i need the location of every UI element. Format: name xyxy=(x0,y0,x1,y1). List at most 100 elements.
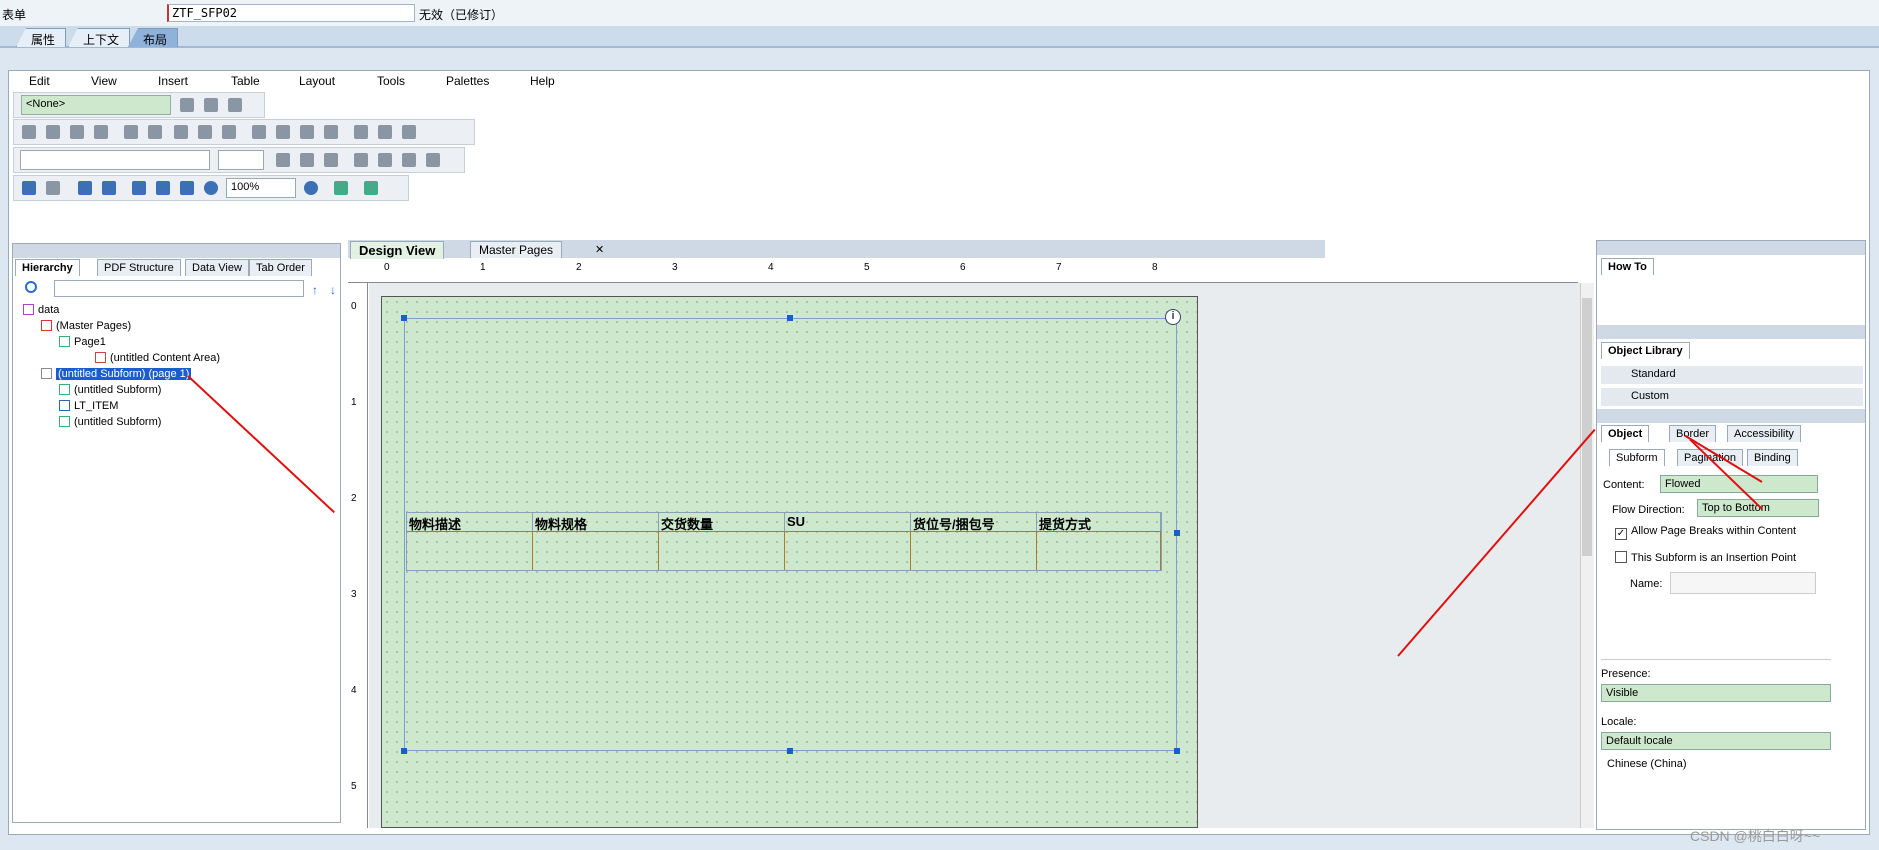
arrow-up-icon[interactable]: ↑ xyxy=(312,283,318,297)
locale-select[interactable]: Default locale xyxy=(1601,732,1831,750)
zoom-out-icon[interactable] xyxy=(204,181,218,195)
table-body-cell[interactable] xyxy=(659,531,785,570)
close-icon[interactable]: ✕ xyxy=(595,243,604,256)
tab-subform[interactable]: Subform xyxy=(1609,449,1665,466)
table-header-cell[interactable]: 货位号/捆包号 xyxy=(911,513,1037,531)
same-height-icon[interactable] xyxy=(378,125,392,139)
form-name-field[interactable]: ZTF_SFP02 xyxy=(167,4,415,22)
tab-object-library[interactable]: Object Library xyxy=(1601,342,1690,359)
menu-table[interactable]: Table xyxy=(231,74,260,88)
tree-node-subform-a[interactable]: (untitled Subform) xyxy=(59,384,161,396)
same-size-icon[interactable] xyxy=(402,125,416,139)
resize-handle[interactable] xyxy=(787,315,793,321)
tree-node-subform-page1[interactable]: (untitled Subform) (page 1) xyxy=(41,368,192,380)
arrow-down-icon[interactable]: ↓ xyxy=(330,283,336,297)
bring-front-icon[interactable] xyxy=(300,125,314,139)
tree-node-content-area[interactable]: (untitled Content Area) xyxy=(95,352,220,364)
flow-direction-select[interactable]: Top to Bottom xyxy=(1697,499,1819,517)
tab-binding[interactable]: Binding xyxy=(1747,449,1798,466)
menu-palettes[interactable]: Palettes xyxy=(446,74,489,88)
menu-insert[interactable]: Insert xyxy=(158,74,188,88)
resize-handle[interactable] xyxy=(1174,748,1180,754)
bold-icon[interactable] xyxy=(276,153,290,167)
ungroup-icon[interactable] xyxy=(276,125,290,139)
underline-icon[interactable] xyxy=(324,153,338,167)
lt-item-table[interactable]: 物料描述 物料规格 交货数量 SU 货位号/捆包号 提货方式 xyxy=(406,512,1162,571)
tree-node-page1[interactable]: Page1 xyxy=(59,336,106,348)
presence-select[interactable]: Visible xyxy=(1601,684,1831,702)
page-icon[interactable] xyxy=(132,181,146,195)
table-body-cell[interactable] xyxy=(1037,531,1161,570)
name-input[interactable] xyxy=(1670,572,1816,594)
fit-height-icon[interactable] xyxy=(156,181,170,195)
resize-handle[interactable] xyxy=(401,748,407,754)
hierarchy-search-input[interactable] xyxy=(54,280,304,297)
tab-tab-order[interactable]: Tab Order xyxy=(249,259,312,276)
resize-handle[interactable] xyxy=(401,315,407,321)
tree-node-master-pages[interactable]: (Master Pages) xyxy=(41,320,131,332)
redo-icon[interactable] xyxy=(46,181,60,195)
tab-master-pages[interactable]: Master Pages xyxy=(470,241,563,258)
tree-node-data[interactable]: data xyxy=(23,304,59,316)
fit-width-icon[interactable] xyxy=(180,181,194,195)
tree-node-lt-item[interactable]: LT_ITEM xyxy=(59,400,118,412)
resize-handle[interactable] xyxy=(787,748,793,754)
menu-help[interactable]: Help xyxy=(530,74,555,88)
insertion-point-checkbox[interactable]: This Subform is an Insertion Point xyxy=(1615,551,1796,564)
align-left-icon[interactable] xyxy=(22,125,36,139)
font-family-select[interactable] xyxy=(20,150,210,170)
tab-accessibility[interactable]: Accessibility xyxy=(1727,425,1801,442)
content-select[interactable]: Flowed xyxy=(1660,475,1818,493)
undo-icon[interactable] xyxy=(22,181,36,195)
font-size-select[interactable] xyxy=(218,150,264,170)
table-header-cell[interactable]: 提货方式 xyxy=(1037,513,1161,531)
same-width-icon[interactable] xyxy=(354,125,368,139)
text-justify-icon[interactable] xyxy=(426,153,440,167)
style-select[interactable]: <None> xyxy=(21,95,171,115)
allow-breaks-checkbox[interactable]: ✓ Allow Page Breaks within Content xyxy=(1615,525,1796,540)
table-header-cell[interactable]: 物料规格 xyxy=(533,513,659,531)
table-body-cell[interactable] xyxy=(911,531,1037,570)
distribute-v-icon[interactable] xyxy=(198,125,212,139)
table-body-cell[interactable] xyxy=(533,531,659,570)
table-body-cell[interactable] xyxy=(407,531,533,570)
zoom-select[interactable]: 100% xyxy=(226,178,296,198)
menu-layout[interactable]: Layout xyxy=(299,74,335,88)
resize-handle[interactable] xyxy=(1174,530,1180,536)
menu-edit[interactable]: Edit xyxy=(29,74,50,88)
zoom-in-icon[interactable] xyxy=(304,181,318,195)
text-right-icon[interactable] xyxy=(402,153,416,167)
library-custom[interactable]: Custom xyxy=(1601,388,1863,406)
menu-tools[interactable]: Tools xyxy=(377,74,405,88)
align-vcenter-icon[interactable] xyxy=(124,125,138,139)
tab-data-view[interactable]: Data View xyxy=(185,259,249,276)
align-hcenter-icon[interactable] xyxy=(148,125,162,139)
tab-how-to[interactable]: How To xyxy=(1601,258,1654,275)
tab-design-view[interactable]: Design View xyxy=(350,241,445,259)
align-right-icon[interactable] xyxy=(46,125,60,139)
tab-pdf-structure[interactable]: PDF Structure xyxy=(97,259,181,276)
send-back-icon[interactable] xyxy=(324,125,338,139)
text-left-icon[interactable] xyxy=(354,153,368,167)
text-center-icon[interactable] xyxy=(378,153,392,167)
search-icon[interactable] xyxy=(25,281,37,293)
italic-icon[interactable] xyxy=(300,153,314,167)
table-header-cell[interactable]: 交货数量 xyxy=(659,513,785,531)
tab-context[interactable]: 上下文 xyxy=(68,28,131,47)
distribute-icon[interactable] xyxy=(222,125,236,139)
menu-view[interactable]: View xyxy=(91,74,117,88)
tab-hierarchy[interactable]: Hierarchy xyxy=(15,259,80,276)
align-top-icon[interactable] xyxy=(70,125,84,139)
grid-icon[interactable] xyxy=(78,181,92,195)
style-icon[interactable] xyxy=(180,98,194,112)
group-icon[interactable] xyxy=(252,125,266,139)
distribute-h-icon[interactable] xyxy=(174,125,188,139)
scrollbar-thumb[interactable] xyxy=(1582,298,1592,556)
table-body-cell[interactable] xyxy=(785,531,911,570)
new-style-icon[interactable] xyxy=(204,98,218,112)
library-standard[interactable]: Standard xyxy=(1601,366,1863,384)
preview-icon[interactable] xyxy=(334,181,348,195)
table-header-cell[interactable]: SU xyxy=(785,513,911,531)
style-manager-icon[interactable] xyxy=(228,98,242,112)
table-header-cell[interactable]: 物料描述 xyxy=(407,513,533,531)
